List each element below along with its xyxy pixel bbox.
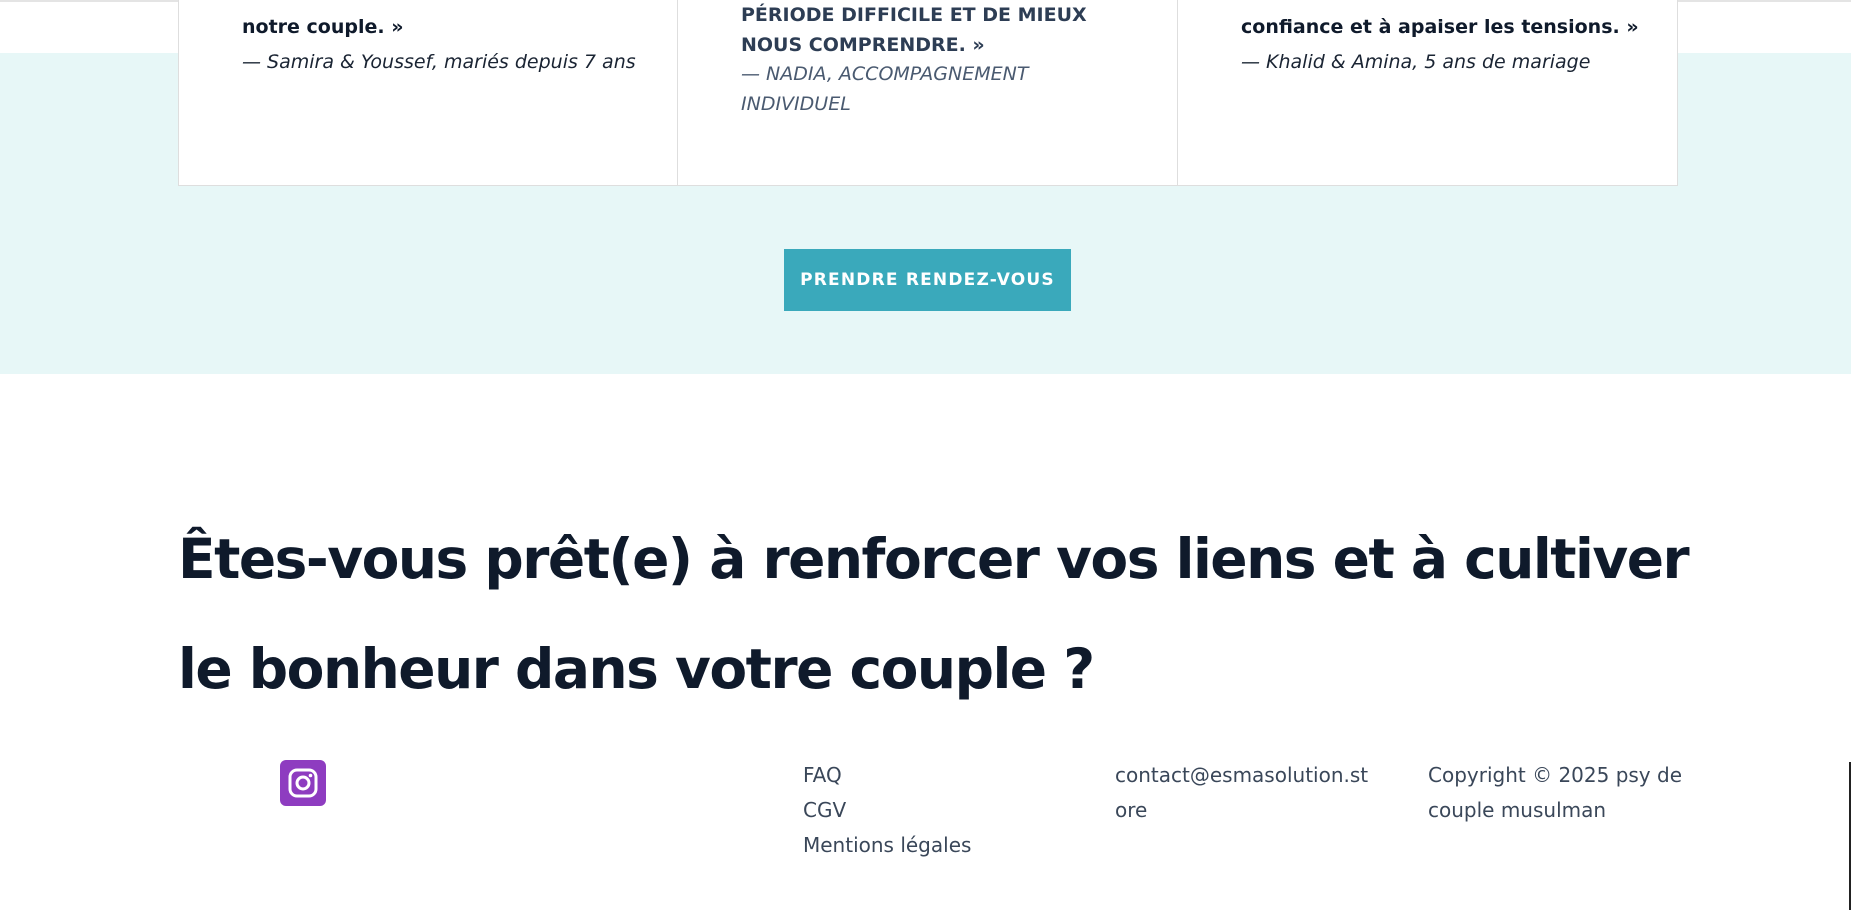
testimonial-author: — Samira & Youssef, mariés depuis 7 ans: [242, 51, 636, 73]
page-headline: Êtes-vous prêt(e) à renforcer vos liens …: [178, 527, 1690, 701]
testimonial-card: période difficile et de mieux nous compr…: [678, 0, 1178, 186]
testimonial-quote: période difficile et de mieux nous compr…: [741, 4, 1087, 56]
testimonial-card: confiance et à apaiser les tensions. » —…: [1178, 0, 1678, 186]
contact-email-link[interactable]: contact@esmasolution.store: [1115, 763, 1368, 822]
footer-contact: contact@esmasolution.store: [1115, 758, 1375, 828]
testimonial-quote: confiance et à apaiser les tensions. »: [1241, 16, 1639, 38]
page: notre couple. » — Samira & Youssef, mari…: [0, 0, 1851, 910]
testimonial-cards: notre couple. » — Samira & Youssef, mari…: [178, 0, 1678, 186]
testimonial-author: — Khalid & Amina, 5 ans de mariage: [1241, 51, 1591, 73]
testimonial-author: — Nadia, accompagnement individuel: [741, 63, 1029, 115]
footer-copyright: Copyright © 2025 psy de couple musulman: [1428, 763, 1683, 822]
instagram-icon[interactable]: [280, 760, 326, 806]
footer-link-legal[interactable]: Mentions légales: [803, 828, 971, 863]
footer-link-faq[interactable]: FAQ: [803, 758, 971, 793]
footer-link-cgv[interactable]: CGV: [803, 793, 971, 828]
footer-links: FAQ CGV Mentions légales: [803, 758, 971, 863]
testimonial-quote: notre couple. »: [242, 16, 404, 38]
book-appointment-button[interactable]: PRENDRE RENDEZ-VOUS: [784, 249, 1071, 311]
testimonial-card: notre couple. » — Samira & Youssef, mari…: [178, 0, 678, 186]
instagram-glyph: [288, 768, 318, 798]
